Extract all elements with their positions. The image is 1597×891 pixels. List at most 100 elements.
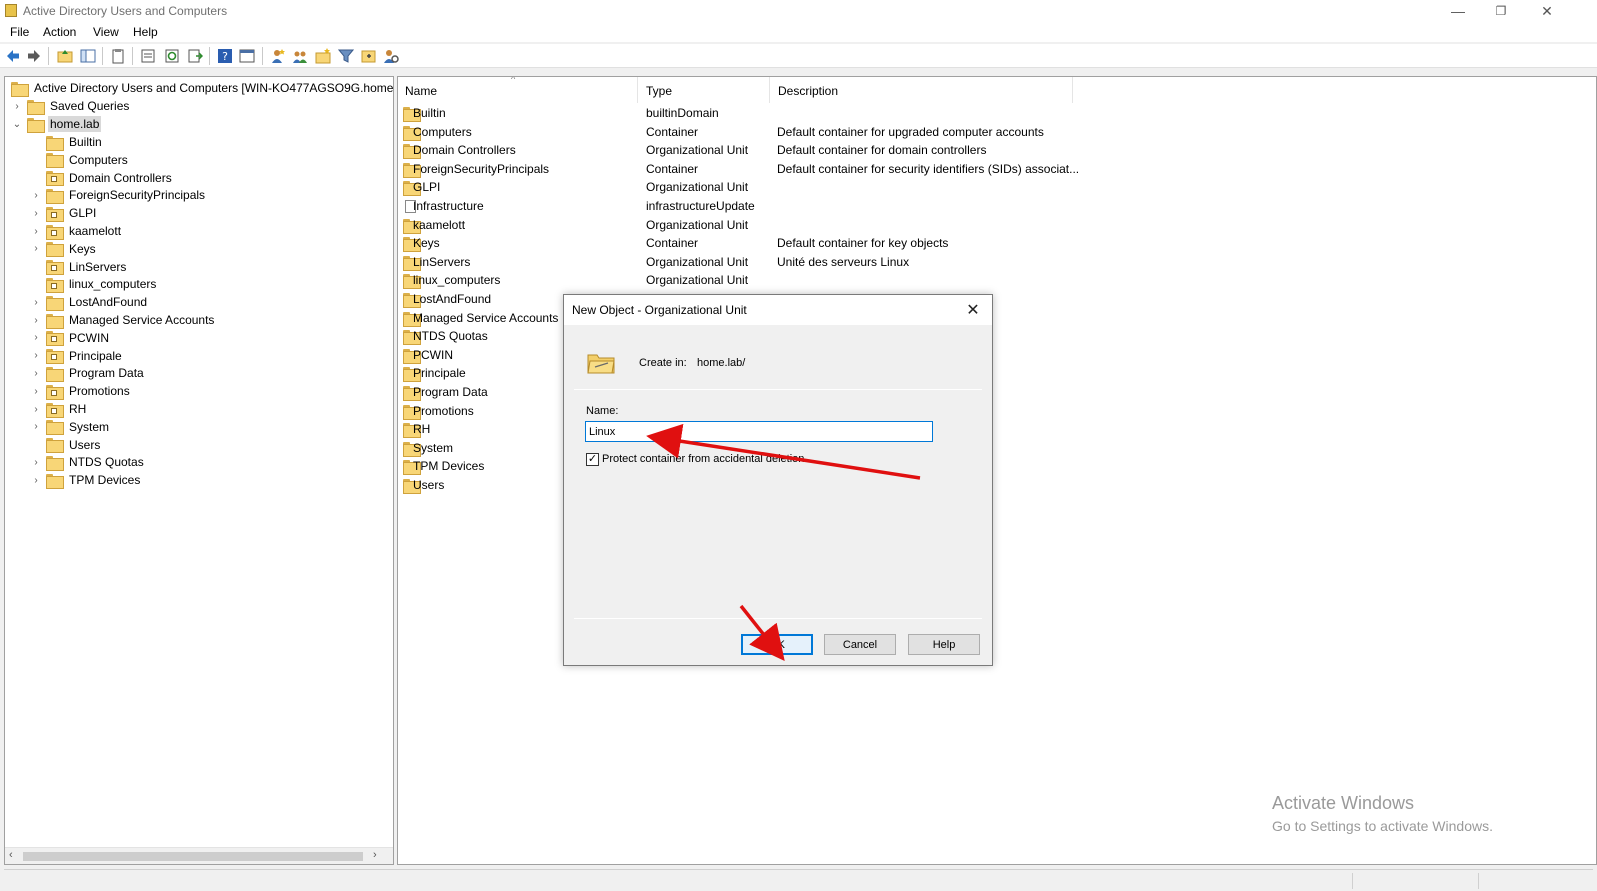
add-to-group-icon[interactable] xyxy=(361,48,377,64)
up-folder-icon[interactable] xyxy=(57,48,73,64)
tree-item[interactable]: LinServers xyxy=(30,258,128,276)
list-item[interactable]: Keys Container Default container for key o… xyxy=(398,234,1098,253)
tree-item[interactable]: › NTDS Quotas xyxy=(30,453,146,471)
tree-item[interactable]: › Managed Service Accounts xyxy=(30,311,216,329)
chevron-right-icon[interactable]: › xyxy=(30,350,42,362)
tree-item[interactable]: › GLPI xyxy=(30,204,98,222)
new-user-icon[interactable] xyxy=(270,48,286,64)
cancel-button[interactable]: Cancel xyxy=(824,634,896,655)
tree-item-label: NTDS Quotas xyxy=(69,455,144,470)
cell-type: Organizational Unit xyxy=(646,217,749,232)
list-item[interactable]: Domain Controllers Organizational Unit Def… xyxy=(398,141,1098,160)
tree-item[interactable]: Computers xyxy=(30,151,130,169)
help-button[interactable]: Help xyxy=(908,634,980,655)
export-list-icon[interactable] xyxy=(187,48,203,64)
forward-icon[interactable] xyxy=(26,48,42,64)
back-icon[interactable] xyxy=(5,48,21,64)
tree-item-saved-queries[interactable]: › Saved Queries xyxy=(11,97,131,115)
menu-action[interactable]: Action xyxy=(43,25,76,39)
chevron-right-icon[interactable]: › xyxy=(30,385,42,397)
tree-item[interactable]: linux_computers xyxy=(30,275,158,293)
menu-file[interactable]: File xyxy=(10,25,29,39)
chevron-right-icon[interactable]: › xyxy=(30,243,42,255)
folder-icon xyxy=(46,366,64,382)
help-icon[interactable]: ? xyxy=(217,48,233,64)
list-item[interactable]: GLPI Organizational Unit xyxy=(398,178,1098,197)
tree-item[interactable]: Domain Controllers xyxy=(30,169,174,187)
tree-item[interactable]: › Keys xyxy=(30,240,98,258)
clipboard-icon[interactable] xyxy=(110,48,126,64)
tree-item[interactable]: Builtin xyxy=(30,133,104,151)
scroll-right-icon[interactable]: › xyxy=(373,849,377,861)
chevron-right-icon[interactable]: › xyxy=(30,314,42,326)
chevron-down-icon[interactable]: ⌄ xyxy=(11,118,23,130)
tree-item[interactable]: › LostAndFound xyxy=(30,293,149,311)
tree-item[interactable]: › RH xyxy=(30,400,88,418)
toolbar-separator xyxy=(48,47,49,65)
delegate-icon[interactable] xyxy=(383,48,399,64)
list-item[interactable]: kaamelott Organizational Unit xyxy=(398,216,1098,234)
list-item[interactable]: Computers Container Default container for … xyxy=(398,123,1098,141)
tree-item[interactable]: › System xyxy=(30,418,111,436)
cell-name: Users xyxy=(413,478,445,492)
column-type[interactable]: Type xyxy=(639,77,770,103)
chevron-right-icon[interactable]: › xyxy=(30,474,42,486)
tree-item-label: linux_computers xyxy=(69,277,157,292)
cell-type: builtinDomain xyxy=(646,106,719,120)
chevron-right-icon[interactable]: › xyxy=(30,189,42,201)
tree-item[interactable]: › kaamelott xyxy=(30,222,123,240)
menu-help[interactable]: Help xyxy=(133,25,158,39)
tree-item[interactable]: › PCWIN xyxy=(30,329,111,347)
list-item[interactable]: ForeignSecurityPrincipals Container Defaul… xyxy=(398,160,1098,178)
chevron-right-icon[interactable]: › xyxy=(11,100,23,112)
tree-item[interactable]: › TPM Devices xyxy=(30,471,142,489)
tree-item[interactable]: › Program Data xyxy=(30,364,146,382)
column-description-label: Description xyxy=(778,84,839,98)
column-description[interactable]: Description xyxy=(771,77,1073,103)
tree-item[interactable]: › ForeignSecurityPrincipals xyxy=(30,186,207,204)
status-segment xyxy=(1352,873,1353,889)
console-icon[interactable] xyxy=(239,48,255,64)
protect-deletion-checkbox[interactable]: ✓ xyxy=(586,453,599,466)
close-button[interactable]: ✕ xyxy=(1524,0,1570,22)
tree-item-label: home.lab xyxy=(48,116,102,132)
show-console-tree-icon[interactable] xyxy=(80,48,96,64)
status-segment xyxy=(1478,873,1479,889)
list-item[interactable]: linux_computers Organizational Unit xyxy=(398,271,1098,290)
list-item[interactable]: Builtin builtinDomain xyxy=(398,104,1098,122)
sort-ascending-icon: ^ xyxy=(511,76,516,84)
domain-icon xyxy=(27,117,45,133)
restore-button[interactable]: ❐ xyxy=(1478,0,1524,22)
filter-icon[interactable] xyxy=(338,48,354,64)
chevron-right-icon[interactable]: › xyxy=(30,332,42,344)
chevron-right-icon[interactable]: › xyxy=(30,207,42,219)
ok-button[interactable]: OK xyxy=(741,634,813,655)
scrollbar-thumb[interactable] xyxy=(23,852,363,861)
tree-item[interactable]: › Principale xyxy=(30,347,124,365)
scroll-left-icon[interactable]: ‹ xyxy=(9,849,13,861)
tree-item[interactable]: › Promotions xyxy=(30,382,132,400)
minimize-button[interactable]: — xyxy=(1435,0,1481,22)
new-group-icon[interactable] xyxy=(292,48,308,64)
tree-root[interactable]: Active Directory Users and Computers [WI… xyxy=(9,79,393,97)
chevron-right-icon[interactable]: › xyxy=(30,456,42,468)
horizontal-scrollbar[interactable]: ‹ › xyxy=(5,847,393,864)
list-item[interactable]: LinServers Organizational Unit Unité des s… xyxy=(398,253,1098,271)
chevron-right-icon[interactable]: › xyxy=(30,421,42,433)
tree-item[interactable]: Users xyxy=(30,436,102,454)
chevron-right-icon[interactable]: › xyxy=(30,367,42,379)
ou-name-input[interactable] xyxy=(585,421,933,442)
chevron-right-icon[interactable]: › xyxy=(30,403,42,415)
refresh-icon[interactable] xyxy=(164,48,180,64)
list-item[interactable]: Infrastructure infrastructureUpdate xyxy=(398,197,1098,215)
new-ou-icon[interactable] xyxy=(315,48,331,64)
properties-icon[interactable] xyxy=(140,48,156,64)
tree-item-label: ForeignSecurityPrincipals xyxy=(69,188,206,203)
chevron-right-icon[interactable]: › xyxy=(30,296,42,308)
tree-item-domain[interactable]: ⌄ home.lab xyxy=(11,115,102,133)
status-bar xyxy=(4,869,1593,891)
chevron-right-icon[interactable]: › xyxy=(30,225,42,237)
column-name[interactable]: Name ^ xyxy=(398,77,638,103)
dialog-close-button[interactable]: ✕ xyxy=(958,297,988,323)
menu-view[interactable]: View xyxy=(93,25,119,39)
